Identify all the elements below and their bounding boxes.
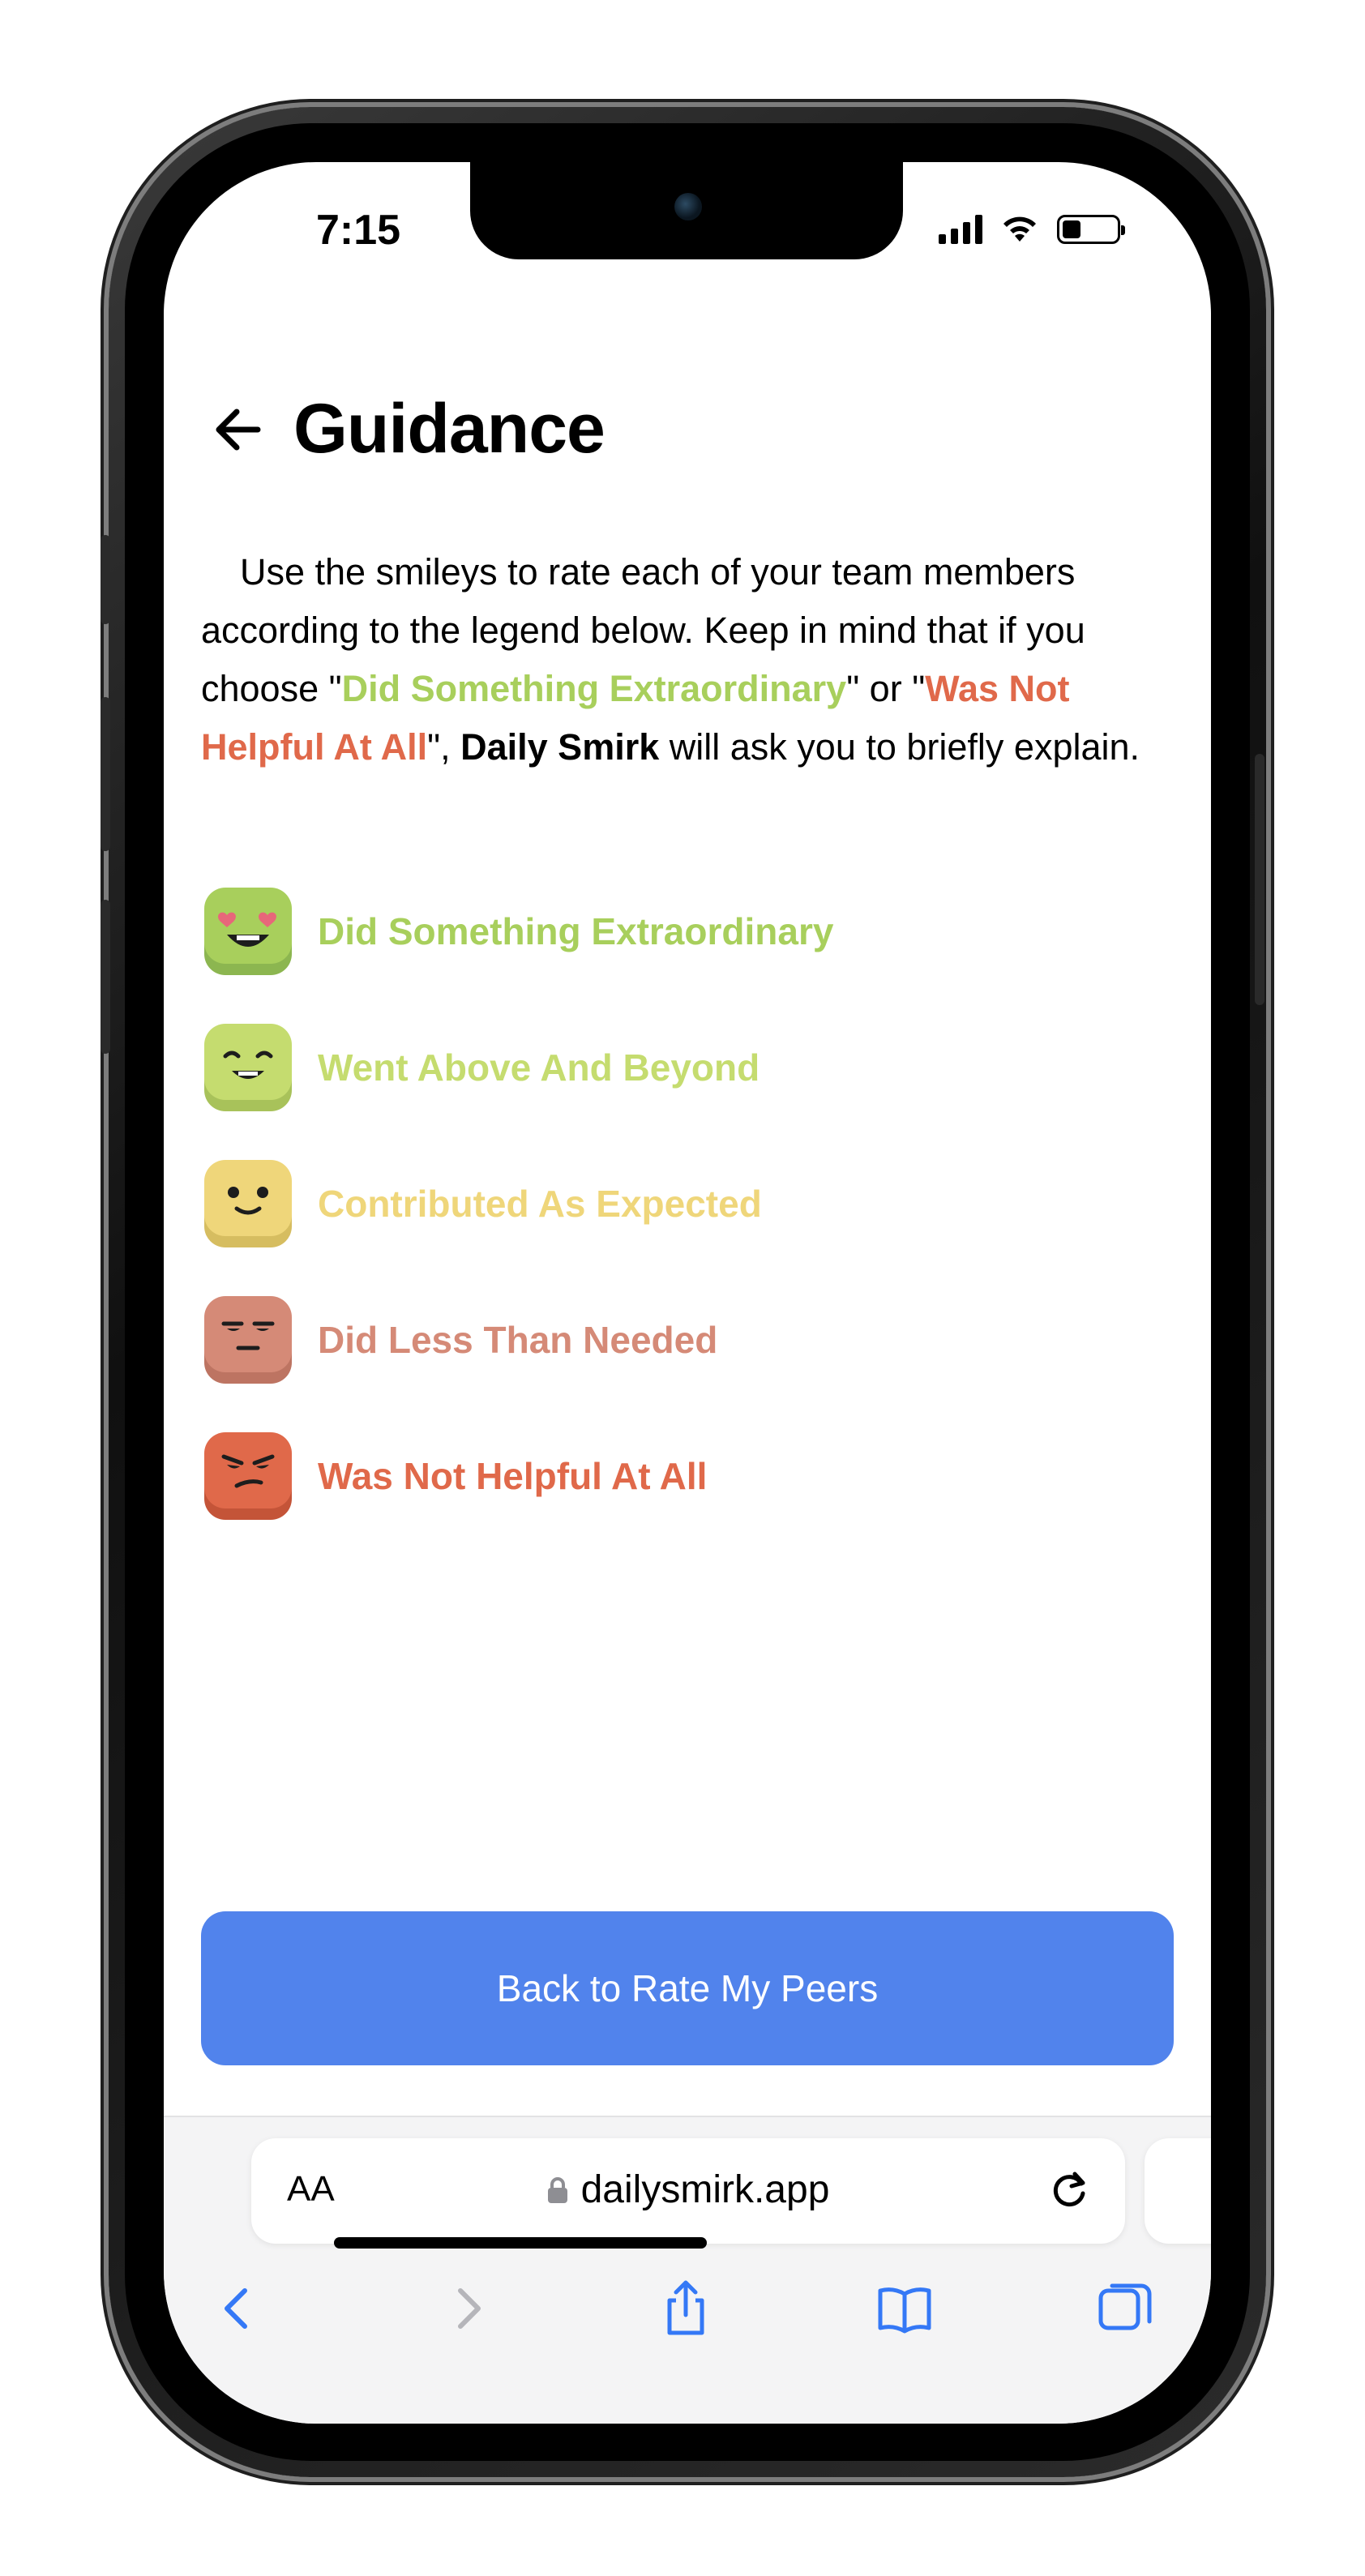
- heart-eyes-smiley-icon: [204, 888, 292, 975]
- legend-item-less-than-needed: Did Less Than Needed: [203, 1294, 1175, 1385]
- camera-icon: [674, 193, 702, 220]
- intro-text-middle: " or ": [846, 668, 926, 709]
- neutral-smiley-icon: [204, 1160, 292, 1247]
- tabs-icon[interactable]: [1096, 2279, 1154, 2338]
- share-icon[interactable]: [657, 2279, 715, 2338]
- action-button: [101, 535, 110, 624]
- legend-label: Did Something Extraordinary: [318, 910, 834, 952]
- power-button: [1255, 754, 1264, 1005]
- cellular-signal-icon: [939, 215, 982, 244]
- page-header: Guidance: [208, 389, 605, 469]
- intro-app-name: Daily Smirk: [460, 726, 660, 768]
- next-tab-peek[interactable]: [1145, 2138, 1211, 2244]
- bookmarks-icon[interactable]: [875, 2279, 934, 2338]
- rating-legend: Did Something Extraordinary Went Above A…: [203, 886, 1175, 1567]
- back-chevron-icon[interactable]: [209, 2279, 267, 2338]
- legend-item-not-helpful: Was Not Helpful At All: [203, 1431, 1175, 1521]
- browser-toolbar: [164, 2263, 1211, 2352]
- legend-label: Went Above And Beyond: [318, 1046, 760, 1089]
- back-to-rate-peers-button[interactable]: Back to Rate My Peers: [201, 1911, 1174, 2065]
- lock-icon: [547, 2177, 567, 2203]
- legend-label: Was Not Helpful At All: [318, 1455, 708, 1497]
- legend-item-expected: Contributed As Expected: [203, 1158, 1175, 1249]
- address-bar[interactable]: AA dailysmirk.app: [251, 2138, 1125, 2244]
- wifi-icon: [1003, 216, 1036, 242]
- legend-label: Contributed As Expected: [318, 1183, 762, 1225]
- legend-item-above-beyond: Went Above And Beyond: [203, 1022, 1175, 1113]
- intro-paragraph: Use the smileys to rate each of your tea…: [201, 543, 1182, 777]
- page-title: Guidance: [293, 390, 605, 468]
- battery-icon: [1057, 215, 1125, 244]
- screen: 7:15 Guidance Use the smileys to rate ea…: [164, 162, 1211, 2424]
- status-icons: [939, 214, 1125, 245]
- browser-chrome: AA dailysmirk.app: [164, 2116, 1211, 2424]
- angry-smiley-icon: [204, 1432, 292, 1520]
- intro-text-end: will ask you to briefly explain.: [659, 726, 1140, 768]
- volume-down-button: [101, 900, 110, 1054]
- unimpressed-smiley-icon: [204, 1296, 292, 1384]
- reload-icon[interactable]: [1046, 2166, 1093, 2213]
- url-text: dailysmirk.app: [580, 2168, 830, 2211]
- status-time: 7:15: [316, 207, 401, 254]
- volume-up-button: [101, 697, 110, 851]
- legend-item-extraordinary: Did Something Extraordinary: [203, 886, 1175, 977]
- url-display[interactable]: dailysmirk.app: [251, 2167, 1125, 2212]
- back-arrow-icon[interactable]: [208, 399, 269, 460]
- forward-chevron-icon[interactable]: [438, 2279, 496, 2338]
- intro-highlight-positive: Did Something Extraordinary: [341, 668, 847, 709]
- happy-smiley-icon: [204, 1024, 292, 1111]
- legend-label: Did Less Than Needed: [318, 1319, 718, 1361]
- home-indicator[interactable]: [334, 2237, 707, 2249]
- intro-text-after-quote: ",: [427, 726, 461, 768]
- notch: [470, 162, 903, 259]
